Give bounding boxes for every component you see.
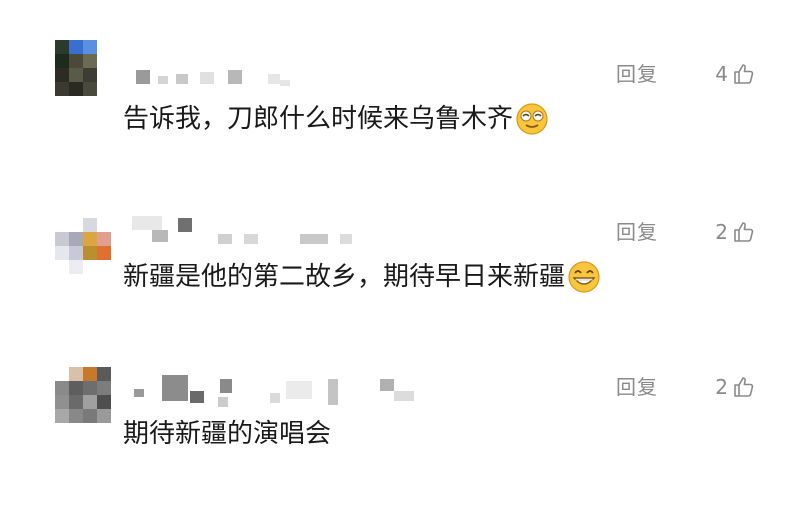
avatar-pixel — [69, 54, 83, 68]
avatar-pixel — [55, 409, 69, 423]
avatar-pixel — [55, 68, 69, 82]
thumbs-up-icon — [734, 377, 754, 397]
avatar-pixel — [83, 381, 97, 395]
comment-text: 新疆是他的第二故乡，期待早日来新疆 — [123, 260, 601, 294]
avatar-pixel — [83, 40, 97, 54]
avatar-pixel — [55, 232, 69, 246]
avatar-pixel — [97, 409, 111, 423]
reply-button[interactable]: 回复 — [616, 220, 658, 244]
avatar-pixel — [83, 260, 97, 274]
comment-item: 回复 2 期待新疆的演唱会 — [0, 355, 800, 505]
avatar-pixel — [97, 82, 111, 96]
avatar[interactable] — [55, 40, 111, 96]
thumbs-up-icon — [734, 64, 754, 84]
avatar-pixel — [83, 409, 97, 423]
avatar-pixel — [97, 246, 111, 260]
avatar-pixel — [69, 68, 83, 82]
avatar-pixel — [83, 367, 97, 381]
like-button[interactable]: 2 — [715, 220, 756, 244]
grinning-face-emoji-icon — [568, 261, 600, 293]
thumbs-up-icon — [734, 222, 754, 242]
avatar-pixel — [83, 246, 97, 260]
comment-text: 期待新疆的演唱会 — [123, 417, 331, 451]
avatar-pixel — [69, 40, 83, 54]
avatar-pixel — [55, 218, 69, 232]
like-count: 4 — [715, 62, 728, 86]
avatar-pixel — [97, 68, 111, 82]
reply-button[interactable]: 回复 — [616, 375, 658, 399]
avatar-pixel — [55, 40, 69, 54]
avatar-pixel — [55, 367, 69, 381]
comment-text-body: 新疆是他的第二故乡，期待早日来新疆 — [123, 262, 566, 292]
avatar-pixel — [69, 218, 83, 232]
avatar-pixel — [97, 260, 111, 274]
avatar-pixel — [69, 395, 83, 409]
avatar-pixel — [83, 232, 97, 246]
avatar-pixel — [55, 246, 69, 260]
avatar-pixel — [97, 395, 111, 409]
avatar-pixel — [55, 54, 69, 68]
avatar-pixel — [69, 246, 83, 260]
avatar[interactable] — [55, 367, 111, 423]
like-count: 2 — [715, 375, 728, 399]
comment-item: 回复 2 新疆是他的第二故乡，期待早日来新疆 — [0, 200, 800, 350]
avatar-pixel — [55, 82, 69, 96]
comment-text-body: 期待新疆的演唱会 — [123, 419, 332, 449]
avatar-pixel — [69, 82, 83, 96]
avatar-pixel — [55, 395, 69, 409]
avatar-pixel — [55, 260, 69, 274]
avatar[interactable] — [55, 218, 111, 274]
like-count: 2 — [715, 220, 728, 244]
avatar-pixel — [83, 54, 97, 68]
avatar-pixel — [69, 260, 83, 274]
like-button[interactable]: 2 — [715, 375, 756, 399]
avatar-pixel — [83, 68, 97, 82]
avatar-pixel — [97, 232, 111, 246]
avatar-pixel — [83, 395, 97, 409]
squinting-smile-emoji-icon — [516, 103, 548, 135]
like-button[interactable]: 4 — [715, 62, 756, 86]
avatar-pixel — [69, 381, 83, 395]
avatar-pixel — [97, 40, 111, 54]
avatar-pixel — [97, 381, 111, 395]
avatar-pixel — [97, 218, 111, 232]
reply-button[interactable]: 回复 — [616, 62, 658, 86]
comment-item: 回复 4 告诉我，刀郎什么时候来乌鲁木齐 — [0, 40, 800, 190]
avatar-pixel — [97, 54, 111, 68]
avatar-pixel — [97, 367, 111, 381]
avatar-pixel — [83, 82, 97, 96]
avatar-pixel — [69, 409, 83, 423]
avatar-pixel — [69, 367, 83, 381]
avatar-pixel — [55, 381, 69, 395]
avatar-pixel — [83, 218, 97, 232]
comment-text-body: 告诉我，刀郎什么时候来乌鲁木齐 — [123, 104, 514, 134]
avatar-pixel — [69, 232, 83, 246]
comment-text: 告诉我，刀郎什么时候来乌鲁木齐 — [123, 102, 549, 136]
